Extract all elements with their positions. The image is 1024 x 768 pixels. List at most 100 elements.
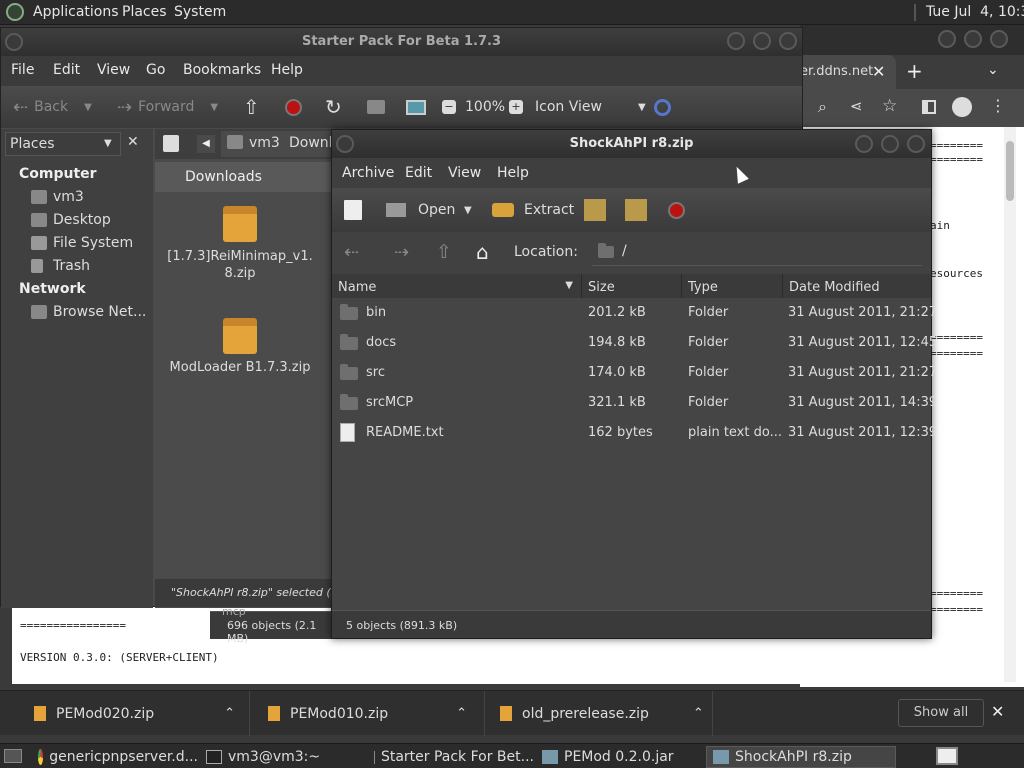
sidebar-close-icon[interactable]: ✕ bbox=[127, 134, 139, 150]
add-folder-button[interactable] bbox=[625, 188, 647, 232]
sidebar-item-file-system[interactable]: File System bbox=[31, 235, 133, 251]
chevron-up-icon[interactable]: ⌃ bbox=[693, 706, 704, 721]
avatar-icon[interactable] bbox=[952, 97, 972, 117]
gnome-foot-icon[interactable] bbox=[6, 3, 24, 21]
sidepanel-icon[interactable] bbox=[922, 100, 936, 114]
chevron-down-icon[interactable]: ⌄ bbox=[987, 62, 999, 78]
up-button[interactable]: ⇧ bbox=[243, 86, 260, 128]
forward-arrow-icon[interactable]: ⇢ bbox=[394, 242, 409, 263]
stop-button[interactable] bbox=[285, 86, 302, 128]
chevron-down-icon[interactable]: ▼ bbox=[210, 102, 218, 113]
view-mode-select[interactable]: Icon View ▼ bbox=[535, 86, 646, 128]
download-item[interactable]: old_prerelease.zip ⌃ bbox=[485, 691, 713, 736]
extract-button[interactable]: Extract bbox=[492, 188, 574, 232]
reload-button[interactable]: ↻ bbox=[325, 86, 342, 128]
menu-edit[interactable]: Edit bbox=[53, 62, 80, 78]
window-button[interactable] bbox=[990, 30, 1008, 48]
new-tab-icon[interactable]: + bbox=[906, 59, 923, 83]
search-icon[interactable]: ⌕ bbox=[818, 97, 827, 117]
menu-bookmarks[interactable]: Bookmarks bbox=[183, 62, 261, 78]
menu-edit[interactable]: Edit bbox=[405, 165, 432, 181]
stop-button[interactable] bbox=[668, 188, 685, 232]
minimize-button[interactable] bbox=[727, 32, 745, 50]
window-button[interactable] bbox=[964, 30, 982, 48]
back-arrow-icon[interactable]: ⇠ bbox=[344, 242, 359, 263]
chevron-up-icon[interactable]: ⌃ bbox=[456, 706, 467, 721]
menu-archive[interactable]: Archive bbox=[342, 165, 394, 181]
menu-go[interactable]: Go bbox=[146, 62, 165, 78]
sidebar-item-label: Browse Net... bbox=[53, 304, 147, 320]
path-back-arrow-icon[interactable]: ◀ bbox=[197, 135, 215, 153]
maximize-button[interactable] bbox=[881, 135, 899, 153]
path-crumb-vm3[interactable]: vm3 bbox=[221, 131, 286, 157]
task-pemod[interactable]: PEMod 0.2.0.jar bbox=[542, 746, 702, 768]
location-field[interactable]: / bbox=[592, 238, 922, 266]
file-item[interactable]: [1.7.3]ReiMinimap_v1.8.zip bbox=[165, 206, 315, 282]
back-button[interactable]: ⇠ Back ▼ bbox=[13, 86, 92, 128]
clock[interactable]: Tue Jul 4, 10:34 bbox=[926, 4, 1024, 20]
scrollbar-thumb[interactable] bbox=[1006, 141, 1014, 201]
menu-help[interactable]: Help bbox=[497, 165, 529, 181]
download-item[interactable]: PEMod010.zip ⌃ bbox=[250, 691, 485, 736]
minimize-button[interactable] bbox=[855, 135, 873, 153]
home-button[interactable] bbox=[367, 86, 385, 128]
task-terminal[interactable]: vm3@vm3:~ bbox=[206, 746, 366, 768]
add-files-button[interactable] bbox=[584, 188, 606, 232]
zoom-out-button[interactable]: − bbox=[442, 86, 456, 128]
maximize-button[interactable] bbox=[753, 32, 771, 50]
sidebar-selector[interactable]: Places ▼ bbox=[5, 132, 121, 156]
search-button[interactable] bbox=[654, 86, 671, 128]
scrollbar[interactable] bbox=[1004, 127, 1016, 682]
table-row[interactable]: docs 194.8 kB Folder 31 August 2011, 12:45 bbox=[332, 328, 937, 358]
open-button[interactable]: Open bbox=[386, 188, 455, 232]
close-button[interactable] bbox=[907, 135, 925, 153]
file-item[interactable]: ModLoader B1.7.3.zip bbox=[165, 318, 315, 375]
computer-button[interactable] bbox=[406, 86, 426, 128]
sidebar-item-trash[interactable]: Trash bbox=[31, 258, 90, 274]
task-file-manager[interactable]: Starter Pack For Bet... bbox=[374, 746, 534, 768]
new-archive-button[interactable] bbox=[344, 188, 362, 232]
menu-help[interactable]: Help bbox=[271, 62, 303, 78]
menu-file[interactable]: File bbox=[11, 62, 34, 78]
column-header-date[interactable]: Date Modified bbox=[783, 274, 931, 298]
browser-tab[interactable]: er.ddns.net ✕ bbox=[800, 55, 896, 89]
sidebar-item-browse-network[interactable]: Browse Net... bbox=[31, 304, 146, 320]
task-shockahpi[interactable]: ShockAhPI r8.zip bbox=[706, 746, 896, 768]
table-row[interactable]: src 174.0 kB Folder 31 August 2011, 21:27 bbox=[332, 358, 937, 388]
close-button[interactable] bbox=[779, 32, 797, 50]
zoom-level[interactable]: 100% bbox=[465, 86, 505, 128]
close-icon[interactable]: ✕ bbox=[991, 702, 1004, 721]
star-icon[interactable]: ☆ bbox=[882, 96, 897, 116]
column-header-name[interactable]: Name ▼ bbox=[332, 274, 582, 298]
column-header-type[interactable]: Type bbox=[682, 274, 783, 298]
menu-view[interactable]: View bbox=[97, 62, 130, 78]
download-item[interactable]: PEMod020.zip ⌃ bbox=[0, 691, 250, 736]
task-chrome[interactable]: genericpnpserver.d... bbox=[38, 746, 198, 768]
home-icon[interactable]: ⌂ bbox=[476, 240, 489, 264]
chevron-up-icon[interactable]: ⌃ bbox=[224, 706, 235, 721]
forward-button[interactable]: ⇢ Forward ▼ bbox=[117, 86, 218, 128]
up-arrow-icon[interactable]: ⇧ bbox=[436, 241, 452, 263]
show-desktop-icon[interactable] bbox=[4, 749, 22, 763]
kebab-menu-icon[interactable]: ⋮ bbox=[990, 96, 1006, 115]
workspace-switcher-icon[interactable] bbox=[936, 747, 958, 765]
menu-places[interactable]: Places bbox=[122, 4, 167, 20]
column-header-size[interactable]: Size bbox=[582, 274, 682, 298]
table-row[interactable]: srcMCP 321.1 kB Folder 31 August 2011, 14:3… bbox=[332, 388, 937, 418]
menu-system[interactable]: System bbox=[174, 4, 226, 20]
share-icon[interactable]: ⋖ bbox=[850, 97, 863, 115]
show-all-button[interactable]: Show all bbox=[898, 699, 984, 727]
chevron-down-icon[interactable]: ▼ bbox=[84, 102, 92, 113]
sidebar-item-desktop[interactable]: Desktop bbox=[31, 212, 111, 228]
table-row[interactable]: README.txt 162 bytes plain text do... 31 Au… bbox=[332, 418, 937, 448]
tab-downloads[interactable]: Downloads bbox=[155, 162, 335, 192]
open-dropdown-button[interactable]: ▼ bbox=[464, 188, 472, 232]
window-button[interactable] bbox=[938, 30, 956, 48]
sidebar-item-vm3[interactable]: vm3 bbox=[31, 189, 84, 205]
tab-close-icon[interactable]: ✕ bbox=[872, 62, 885, 81]
edit-location-icon[interactable] bbox=[163, 135, 179, 152]
menu-view[interactable]: View bbox=[448, 165, 481, 181]
menu-applications[interactable]: Applications bbox=[33, 4, 119, 20]
zoom-in-button[interactable]: + bbox=[509, 86, 523, 128]
table-row[interactable]: bin 201.2 kB Folder 31 August 2011, 21:27 bbox=[332, 298, 937, 328]
